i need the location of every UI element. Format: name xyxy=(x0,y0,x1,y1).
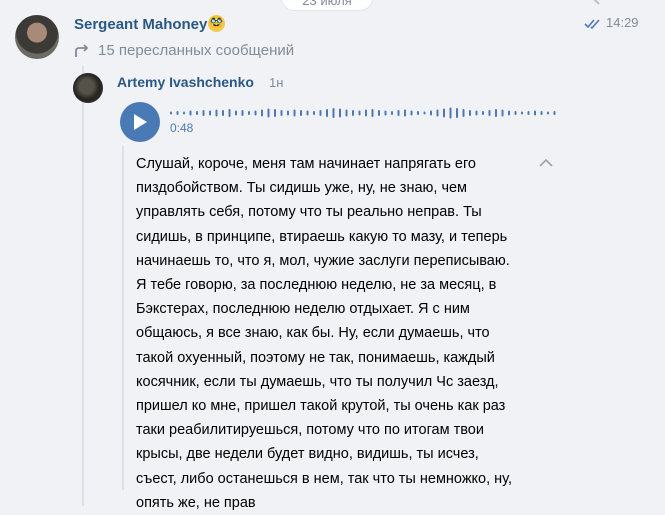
sender-name[interactable]: Sergeant Mahoney xyxy=(74,16,207,33)
transcript-line: съест, либо останешься в нем, так что ты… xyxy=(136,470,512,487)
transcript-line: крысы, две недели будет видно, видишь, т… xyxy=(136,446,479,463)
waveform-bar xyxy=(391,111,393,115)
waveform-bar xyxy=(274,109,276,117)
waveform-bar xyxy=(501,109,504,117)
waveform-bar xyxy=(423,111,426,115)
transcript-line: пиздобойством. Ты сидишь уже, ну, не зна… xyxy=(136,180,468,197)
waveform-bar xyxy=(521,111,523,115)
forwarded-sender-name[interactable]: Artemy Ivashchenko xyxy=(117,74,254,90)
reply-icon[interactable] xyxy=(592,0,612,8)
waveform-bar xyxy=(332,108,335,118)
waveform-bar xyxy=(352,110,354,116)
waveform-bar xyxy=(475,110,478,116)
sender-badge: 🥸 xyxy=(208,15,225,32)
waveform-bar xyxy=(404,109,406,117)
date-pill: 23 июля xyxy=(282,0,372,10)
waveform-bar xyxy=(170,111,172,115)
waveform-bar xyxy=(371,109,374,117)
waveform-bar xyxy=(228,109,231,117)
waveform-bar xyxy=(261,109,263,117)
waveform-bar xyxy=(339,108,341,118)
waveform-bar xyxy=(313,111,315,115)
avatar[interactable] xyxy=(15,15,59,59)
waveform-bar xyxy=(430,110,432,116)
waveform-bar xyxy=(527,111,530,115)
waveform-bar xyxy=(196,111,198,115)
waveform-bar xyxy=(183,111,185,115)
waveform-bar xyxy=(443,108,445,118)
waveform-bar xyxy=(241,110,244,116)
waveform-bar xyxy=(254,110,257,116)
waveform-bar xyxy=(306,110,309,116)
waveform-bar xyxy=(267,108,270,118)
waveform-bar xyxy=(488,110,491,116)
transcript-line: начинаешь то, что я, мол, чужие заслуги … xyxy=(136,252,510,269)
transcript-line: косячник, если ты думаешь, что ты получи… xyxy=(136,373,499,390)
waveform-bar xyxy=(436,109,439,117)
waveform-bar xyxy=(508,110,510,116)
transcript-line: такой охуенный, поэтому не так, понимаеш… xyxy=(136,349,495,366)
voice-duration: 0:48 xyxy=(170,121,194,135)
waveform-bar xyxy=(378,110,380,116)
chevron-up-icon[interactable] xyxy=(538,156,554,168)
waveform-bar xyxy=(456,108,458,118)
forward-icon xyxy=(75,43,89,57)
message-time: 14:29 xyxy=(606,15,639,30)
transcript-text: Слушай, короче, меня там начинает напряг… xyxy=(136,152,551,515)
transcript-line: Бэкстерах, последнюю неделю отдыхает. Я … xyxy=(136,301,470,318)
voice-waveform[interactable] xyxy=(170,104,560,122)
transcript-line: Слушай, короче, меня там начинает напряг… xyxy=(136,156,476,172)
waveform-bar xyxy=(482,111,484,115)
play-button[interactable] xyxy=(120,102,160,142)
waveform-bar xyxy=(287,110,289,116)
waveform-bar xyxy=(553,111,556,115)
waveform-bar xyxy=(280,110,283,116)
waveform-bar xyxy=(417,111,419,115)
waveform-bar xyxy=(293,109,296,117)
transcript-line: опять же, не прав xyxy=(136,494,256,511)
waveform-bar xyxy=(469,110,471,116)
waveform-bar xyxy=(209,110,211,116)
waveform-bar xyxy=(235,110,237,116)
transcript-line: таки реабилитируешься, потому что по ито… xyxy=(136,422,484,439)
transcript-line: сидишь, в принципе, втираешь какую то ма… xyxy=(136,228,508,245)
waveform-bar xyxy=(326,109,328,117)
forwarded-messages-link[interactable]: 15 пересланных сообщений xyxy=(74,42,294,59)
transcript-line: управлять себя, потому что ты реально не… xyxy=(136,204,482,221)
waveform-bar xyxy=(514,111,517,115)
waveform-bar xyxy=(189,110,192,116)
waveform-bar xyxy=(222,110,224,116)
waveform-bar xyxy=(534,110,536,116)
waveform-bar xyxy=(300,110,302,116)
waveform-bar xyxy=(365,109,367,117)
waveform-bar xyxy=(202,110,205,116)
forward-divider xyxy=(82,66,84,506)
voice-transcript: Слушай, короче, меня там начинает напряг… xyxy=(122,146,564,511)
waveform-bar xyxy=(319,110,322,116)
play-icon xyxy=(134,114,147,130)
waveform-bar xyxy=(449,107,452,119)
waveform-bar xyxy=(358,110,361,116)
waveform-bar xyxy=(495,109,497,117)
waveform-bar xyxy=(176,111,179,115)
transcript-line: Я тебе говорю, за последнюю неделю, не з… xyxy=(136,277,497,294)
transcript-line: пришел ко мне, пришел такой крутой, ты о… xyxy=(136,398,506,415)
forwarded-count-label: 15 пересланных сообщений xyxy=(98,42,295,59)
waveform-bar xyxy=(397,110,400,116)
waveform-bar xyxy=(384,110,387,116)
waveform-bar xyxy=(248,111,250,115)
waveform-bar xyxy=(462,109,465,117)
read-checkmarks-icon xyxy=(584,19,600,30)
forwarded-avatar[interactable] xyxy=(73,73,103,103)
transcript-line: общаюсь, я все знаю, как бы. Ну, если ду… xyxy=(136,325,490,342)
waveform-bar xyxy=(410,110,413,116)
waveform-bar xyxy=(215,109,218,117)
waveform-bar xyxy=(540,111,543,115)
forwarded-time: 1н xyxy=(269,75,284,90)
waveform-bar xyxy=(345,109,348,117)
waveform-bar xyxy=(547,111,549,115)
